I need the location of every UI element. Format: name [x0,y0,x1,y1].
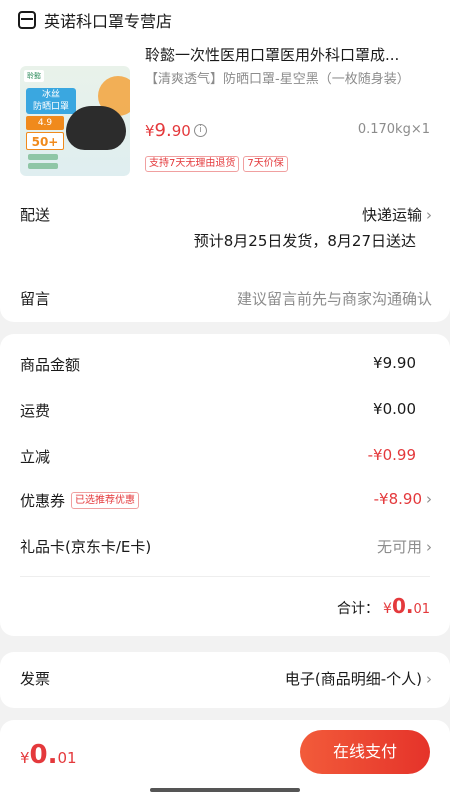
chevron-right-icon: › [426,537,432,556]
invoice-selector[interactable]: 电子(商品明细-个人) › [285,668,432,689]
home-indicator[interactable] [150,788,300,792]
store-name: 英诺科口罩专营店 [44,12,173,31]
divider [20,576,430,577]
thumb-mask-image [66,106,126,150]
delivery-method-selector[interactable]: 快递运输 › [362,204,432,225]
coupon-value: -¥8.90 [373,490,422,508]
badge-return: 支持7天无理由退货 [145,156,240,172]
thumb-tag-spf: 50+ [26,132,64,150]
total-row: 合计： ¥0. 01 [337,594,430,618]
delivery-label: 配送 [20,206,51,224]
info-icon[interactable]: i [194,124,207,137]
badge-price-protect: 7天价保 [243,156,288,172]
chevron-right-icon: › [426,669,432,688]
price-int: 9. [154,120,172,141]
store-header[interactable]: 英诺科口罩专营店 [18,8,172,32]
invoice-card[interactable]: 发票 电子(商品明细-个人) › [0,652,450,708]
product-title[interactable]: 聆懿一次性医用口罩医用外科口罩成... [145,44,435,65]
thumb-brand: 聆懿 [24,70,44,82]
coupon-row: 优惠券 已选推荐优惠 [20,490,140,511]
goods-amount-label: 商品金额 [20,356,81,374]
gift-card-selector[interactable]: 无可用 › [377,536,432,557]
message-input[interactable]: 建议留言前先与商家沟通确认 [237,288,432,309]
cost-card: 商品金额 ¥9.90 运费 ¥0.00 立减 -¥0.99 优惠券 已选推荐优惠… [0,334,450,636]
coupon-badge: 已选推荐优惠 [71,492,140,509]
chevron-right-icon: › [426,205,432,224]
product-price: ¥9.90 [145,120,191,141]
thumb-line-decoration [28,154,58,160]
shipping-label: 运费 [20,402,51,420]
coupon-label: 优惠券 [20,492,66,510]
message-label: 留言 [20,290,51,308]
delivery-estimate: 预计8月25日发货，8月27日送达 [193,232,416,250]
bottom-symbol: ¥ [20,749,30,767]
goods-amount-value: ¥9.90 [373,354,416,372]
total-label: 合计： [337,601,380,617]
thumb-tag-title: 冰丝 防晒口罩 [26,88,76,114]
discount-label: 立减 [20,448,51,466]
store-card: 英诺科口罩专营店 聆懿 冰丝 防晒口罩 4.9 50+ 聆懿一次性医用口罩医用外… [0,0,450,322]
bottom-int: 0. [29,740,58,770]
thumb-tag-rating: 4.9 [26,116,64,130]
delivery-method: 快递运输 [361,206,422,224]
store-icon [18,11,36,29]
product-thumbnail[interactable]: 聆懿 冰丝 防晒口罩 4.9 50+ [20,66,130,176]
product-weight: 0.170kg×1 [357,122,430,137]
shipping-value: ¥0.00 [373,400,416,418]
invoice-value: 电子(商品明细-个人) [284,670,422,688]
chevron-right-icon: › [426,490,432,508]
discount-value: -¥0.99 [367,446,416,464]
service-badges: 支持7天无理由退货 7天价保 [145,156,288,172]
total-int: 0. [391,594,414,618]
bottom-bar: ¥0. 01 在线支付 [0,720,450,800]
invoice-label: 发票 [20,670,51,688]
product-spec: 【清爽透气】防晒口罩-星空黑（一枚随身装） [145,72,410,87]
thumb-line-decoration [28,163,58,169]
price-dec: 90 [171,122,191,140]
coupon-selector[interactable]: -¥8.90 › [374,490,432,508]
price-symbol: ¥ [145,122,155,140]
total-symbol: ¥ [383,601,392,617]
gift-card-label: 礼品卡(京东卡/E卡) [20,538,152,556]
bottom-total: ¥0. 01 [20,740,77,770]
pay-online-button[interactable]: 在线支付 [300,730,430,774]
total-dec: 01 [413,602,430,617]
gift-card-value: 无可用 [376,538,422,556]
bottom-dec: 01 [57,749,77,767]
